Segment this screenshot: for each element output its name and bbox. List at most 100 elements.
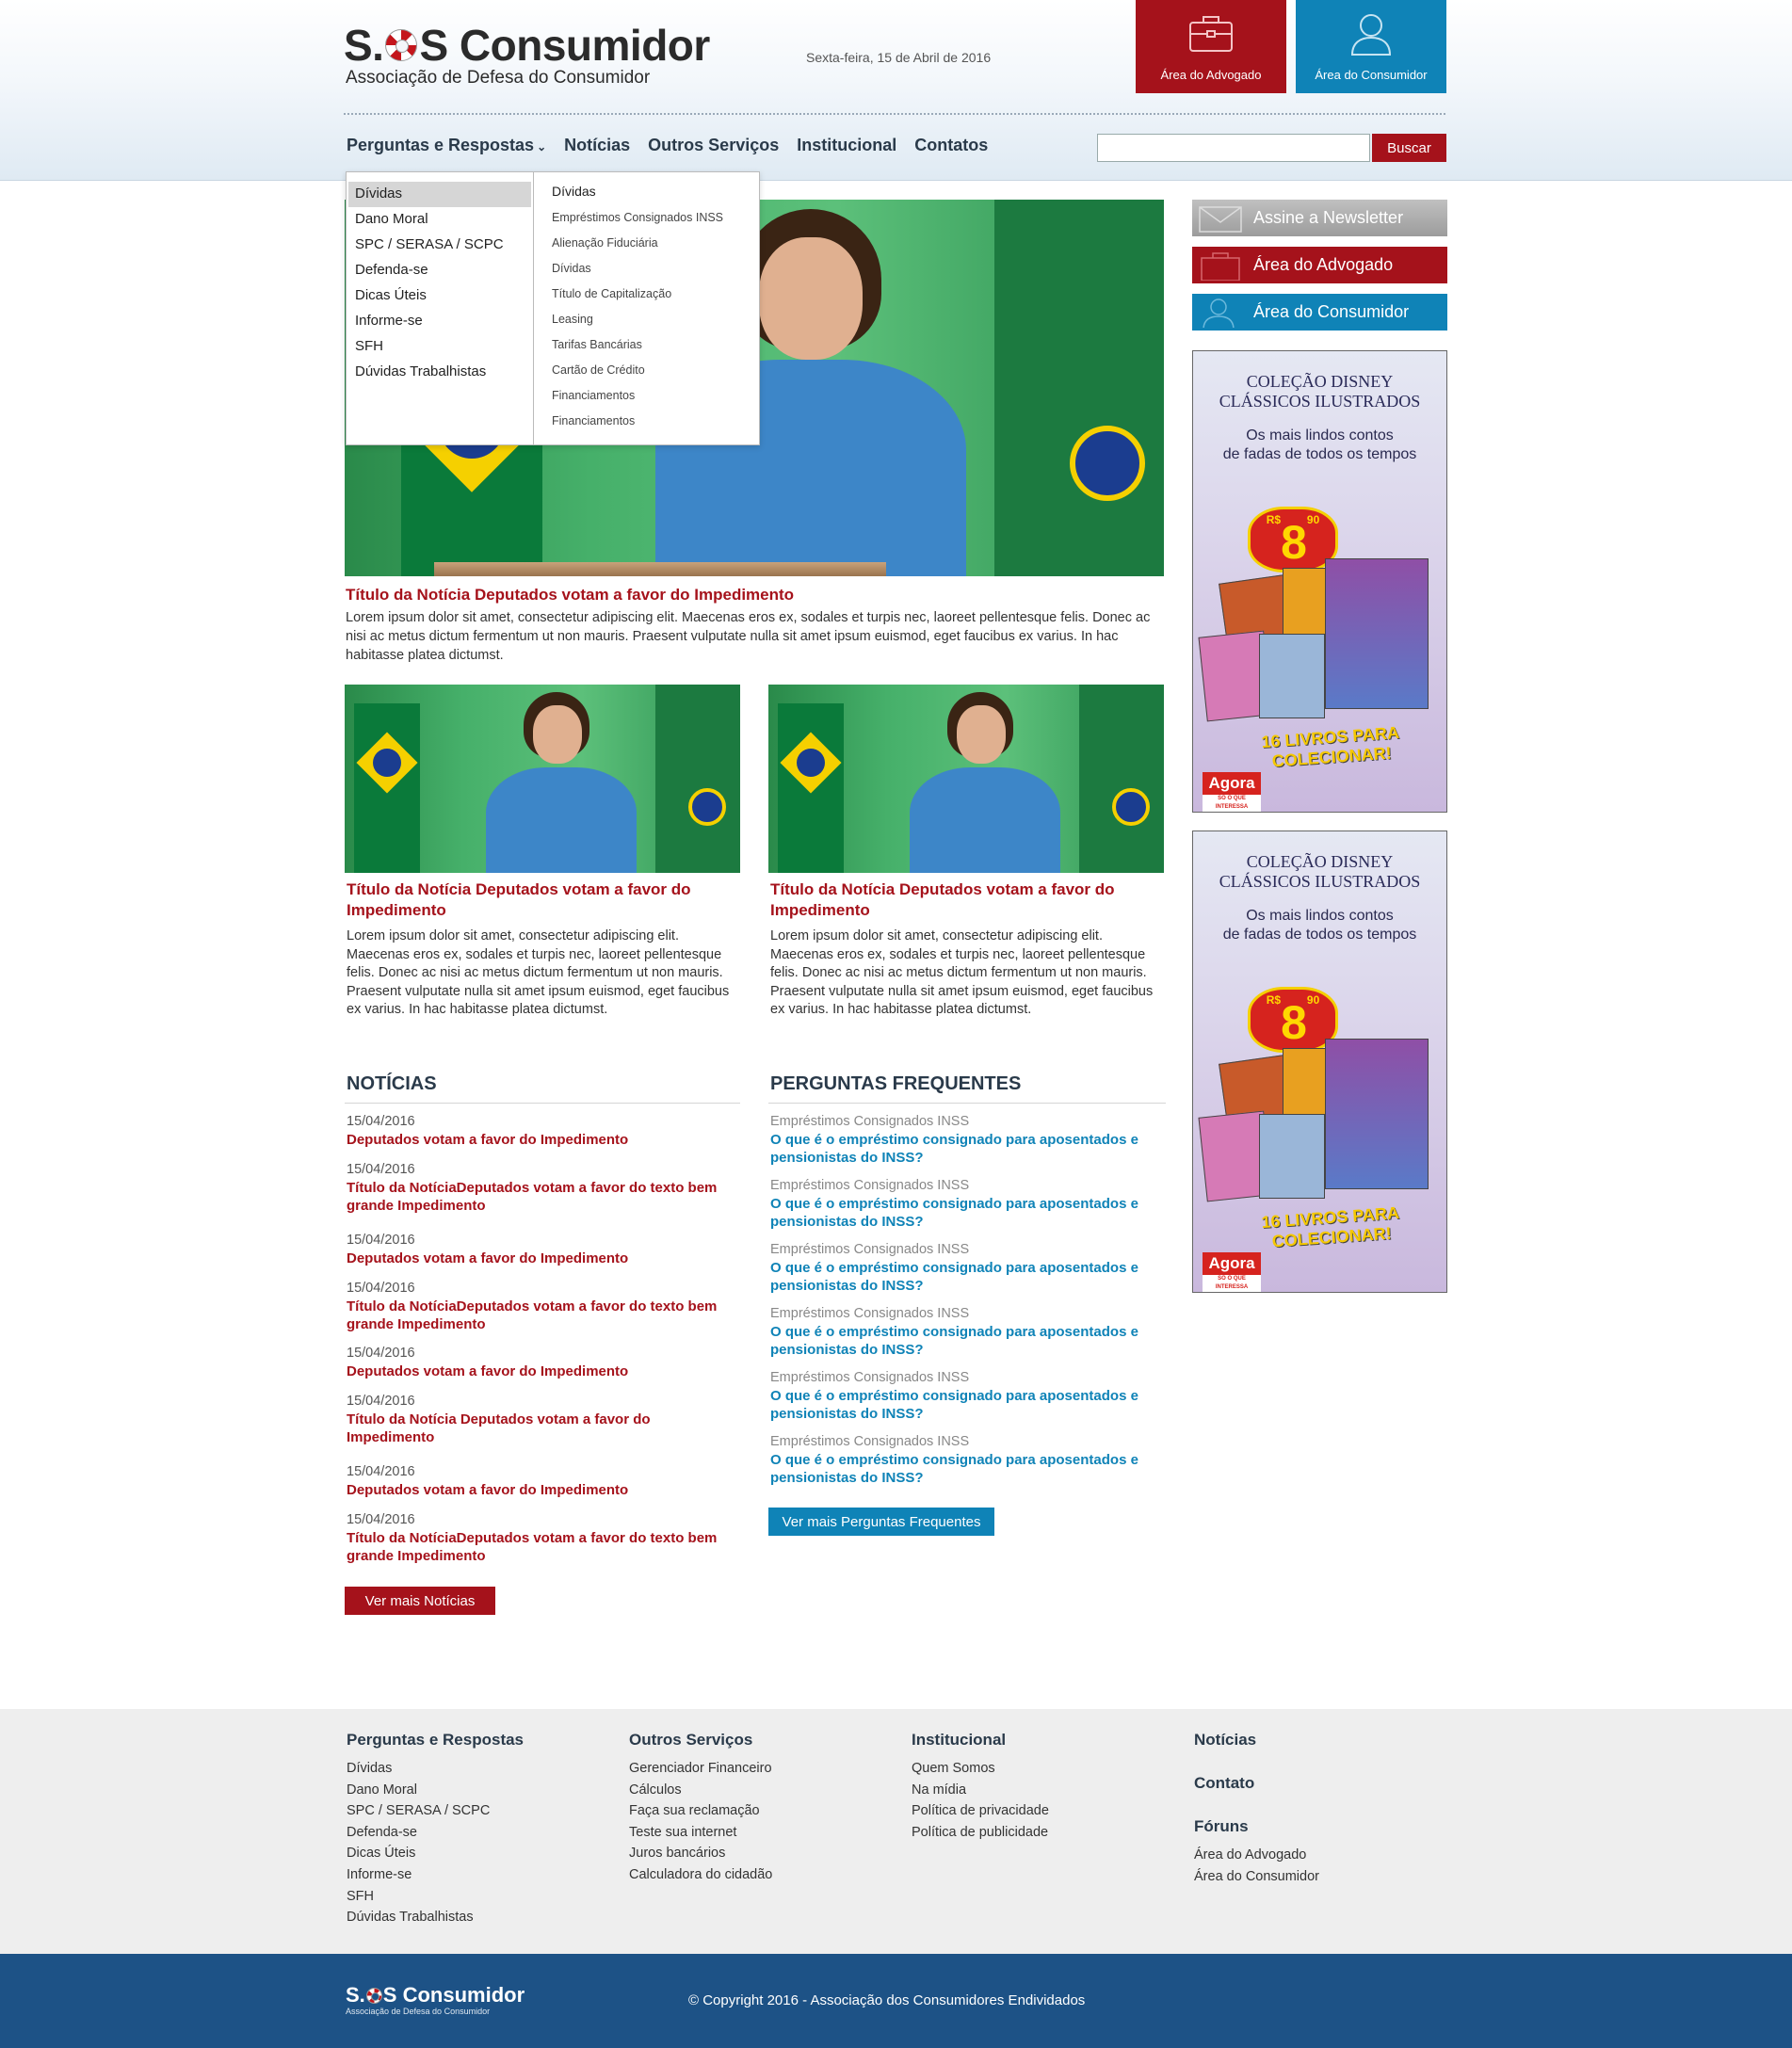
footer-link[interactable]: Dicas Úteis <box>347 1843 524 1864</box>
news-link[interactable]: Título da NotíciaDeputados votam a favor… <box>347 1179 742 1215</box>
flag-shape <box>994 200 1164 576</box>
dropdown-subitem[interactable]: Título de Capitalização <box>552 284 759 310</box>
dropdown-subitem[interactable]: Leasing <box>552 310 759 335</box>
footer-link[interactable]: Gerenciador Financeiro <box>629 1758 772 1780</box>
footer-link[interactable]: Dúvidas Trabalhistas <box>347 1907 524 1928</box>
list-item: 15/04/2016 Título da NotíciaDeputados vot… <box>347 1280 742 1345</box>
dropdown-categories: Dívidas Dano Moral SPC / SERASA / SCPC D… <box>347 172 534 444</box>
faq-category: Empréstimos Consignados INSS <box>770 1370 970 1385</box>
footer-link[interactable]: Dívidas <box>347 1758 524 1780</box>
ad-slogan: 16 LIVROS PARA COLECIONAR! <box>1260 1202 1400 1251</box>
news-link[interactable]: Título da NotíciaDeputados votam a favor… <box>347 1529 742 1565</box>
news-link[interactable]: Deputados votam a favor do Impedimento <box>347 1481 742 1499</box>
tile-area-advogado[interactable]: Área do Advogado <box>1136 0 1286 93</box>
dropdown-item-defenda-se[interactable]: Defenda-se <box>347 258 533 283</box>
dropdown-subitem[interactable]: Dívidas <box>552 259 759 284</box>
ad-banner[interactable]: COLEÇÃO DISNEY CLÁSSICOS ILUSTRADOS Os ma… <box>1192 350 1447 813</box>
footer-link[interactable]: Faça sua reclamação <box>629 1800 772 1822</box>
news-link[interactable]: Deputados votam a favor do Impedimento <box>347 1250 742 1267</box>
sidebar-area-advogado-button[interactable]: Área do Advogado <box>1192 247 1447 283</box>
footer-link[interactable]: Juros bancários <box>629 1843 772 1864</box>
footer-link[interactable]: Defenda-se <box>347 1822 524 1844</box>
footer-link[interactable]: Dano Moral <box>347 1780 524 1801</box>
sidebar-area-consumidor-button[interactable]: Área do Consumidor <box>1192 294 1447 331</box>
dropdown-subitem[interactable]: Financiamentos <box>552 386 759 411</box>
list-item: Empréstimos Consignados INSS O que é o em… <box>770 1241 1166 1305</box>
ad-brand-logo: Agora SÓ O QUE INTERESSA <box>1203 1252 1261 1292</box>
dropdown-item-sfh[interactable]: SFH <box>347 334 533 360</box>
more-faq-button[interactable]: Ver mais Perguntas Frequentes <box>768 1508 994 1536</box>
dropdown-subitem[interactable]: Tarifas Bancárias <box>552 335 759 361</box>
nav-noticias[interactable]: Notícias <box>564 136 630 155</box>
dropdown-item-dano-moral[interactable]: Dano Moral <box>347 207 533 233</box>
more-news-button[interactable]: Ver mais Notícias <box>345 1587 495 1615</box>
footer-heading[interactable]: Perguntas e Respostas <box>347 1731 524 1750</box>
dropdown-subitem[interactable]: Financiamentos <box>552 411 759 437</box>
nav-institucional[interactable]: Institucional <box>797 136 896 155</box>
news-link[interactable]: Título da NotíciaDeputados votam a favor… <box>347 1298 742 1333</box>
newsletter-button[interactable]: Assine a Newsletter <box>1192 200 1447 236</box>
faq-question[interactable]: O que é o empréstimo consignado para apo… <box>770 1195 1166 1231</box>
faq-question[interactable]: O que é o empréstimo consignado para apo… <box>770 1387 1166 1423</box>
nav-perguntas-respostas[interactable]: Perguntas e Respostas ⌄ <box>347 136 546 155</box>
logo-subtitle: Associação de Defesa do Consumidor <box>346 68 651 88</box>
dropdown-item-dicas-uteis[interactable]: Dicas Úteis <box>347 283 533 309</box>
dropdown-subitem[interactable]: Empréstimos Consignados INSS <box>552 208 759 234</box>
dropdown-item-dividas[interactable]: Dívidas <box>348 182 531 207</box>
chevron-down-icon: ⌄ <box>537 140 547 153</box>
footer-heading[interactable]: Institucional <box>912 1731 1049 1750</box>
footer-link[interactable]: SFH <box>347 1886 524 1908</box>
footer-logo[interactable]: S. S Consumidor Associação de Defesa do C… <box>346 1984 525 2017</box>
footer-link[interactable]: Área do Advogado <box>1194 1845 1319 1866</box>
footer-heading[interactable]: Notícias <box>1194 1731 1319 1750</box>
site-logo[interactable]: S. S Consumidor Associação de Defesa do C… <box>344 21 710 89</box>
faq-question[interactable]: O que é o empréstimo consignado para apo… <box>770 1451 1166 1487</box>
nav-outros-servicos[interactable]: Outros Serviços <box>648 136 779 155</box>
footer-link[interactable]: Informe-se <box>347 1864 524 1886</box>
dropdown-item-duvidas-trabalhistas[interactable]: Dúvidas Trabalhistas <box>347 360 533 385</box>
footer-link[interactable]: Cálculos <box>629 1780 772 1801</box>
footer-link[interactable]: Na mídia <box>912 1780 1049 1801</box>
nav-dropdown: Dívidas Dano Moral SPC / SERASA / SCPC D… <box>346 171 760 445</box>
footer-link[interactable]: Política de publicidade <box>912 1822 1049 1844</box>
footer-heading[interactable]: Outros Serviços <box>629 1731 772 1750</box>
footer-link[interactable]: Calculadora do cidadão <box>629 1864 772 1886</box>
faq-question[interactable]: O que é o empréstimo consignado para apo… <box>770 1323 1166 1359</box>
logo-wordmark: S. S Consumidor <box>344 21 710 70</box>
nav-contatos[interactable]: Contatos <box>914 136 988 155</box>
list-item: Empréstimos Consignados INSS O que é o em… <box>770 1113 1166 1177</box>
news-link[interactable]: Título da Notícia Deputados votam a favo… <box>347 1411 742 1446</box>
current-date: Sexta-feira, 15 de Abril de 2016 <box>806 50 992 65</box>
footer-link[interactable]: Quem Somos <box>912 1758 1049 1780</box>
card-title[interactable]: Título da Notícia Deputados votam a favo… <box>347 879 742 921</box>
ad-subtitle: Os mais lindos contos de fadas de todos o… <box>1222 427 1417 462</box>
tile-area-consumidor[interactable]: Área do Consumidor <box>1296 0 1446 93</box>
ad-banner[interactable]: COLEÇÃO DISNEY CLÁSSICOS ILUSTRADOS Os ma… <box>1192 830 1447 1293</box>
card-image[interactable] <box>768 685 1164 873</box>
hero-title[interactable]: Título da Notícia Deputados votam a favo… <box>346 586 794 605</box>
dropdown-subitem[interactable]: Cartão de Crédito <box>552 361 759 386</box>
footer-heading[interactable]: Contato <box>1194 1774 1319 1793</box>
news-date: 15/04/2016 <box>347 1281 415 1296</box>
faq-section-title: PERGUNTAS FREQUENTES <box>770 1073 1022 1094</box>
faq-question[interactable]: O que é o empréstimo consignado para apo… <box>770 1131 1166 1167</box>
briefcase-icon <box>1201 252 1240 281</box>
dropdown-item-spc-serasa[interactable]: SPC / SERASA / SCPC <box>347 233 533 258</box>
dropdown-subitem[interactable]: Alienação Fiduciária <box>552 234 759 259</box>
footer-link[interactable]: Área do Consumidor <box>1194 1866 1319 1888</box>
list-item: Empréstimos Consignados INSS O que é o em… <box>770 1369 1166 1433</box>
footer-link[interactable]: SPC / SERASA / SCPC <box>347 1800 524 1822</box>
faq-question[interactable]: O que é o empréstimo consignado para apo… <box>770 1259 1166 1295</box>
search-input[interactable] <box>1097 134 1370 162</box>
search-button[interactable]: Buscar <box>1372 134 1446 162</box>
card-image[interactable] <box>345 685 740 873</box>
list-item: 15/04/2016 Deputados votam a favor do Imp… <box>347 1463 742 1511</box>
card-title[interactable]: Título da Notícia Deputados votam a favo… <box>770 879 1166 921</box>
dropdown-item-informe-se[interactable]: Informe-se <box>347 309 533 334</box>
news-link[interactable]: Deputados votam a favor do Impedimento <box>347 1131 742 1149</box>
footer-link[interactable]: Política de privacidade <box>912 1800 1049 1822</box>
footer-heading[interactable]: Fóruns <box>1194 1817 1319 1836</box>
faq-category: Empréstimos Consignados INSS <box>770 1434 970 1449</box>
footer-link[interactable]: Teste sua internet <box>629 1822 772 1844</box>
news-link[interactable]: Deputados votam a favor do Impedimento <box>347 1363 742 1380</box>
